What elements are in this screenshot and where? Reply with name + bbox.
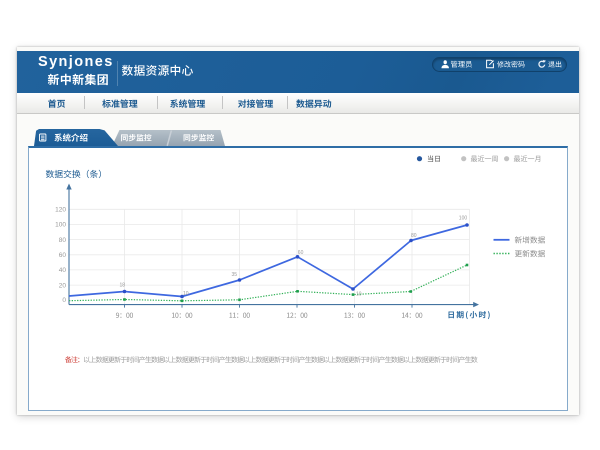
svg-text:35: 35 [232,272,238,278]
svg-text:40: 40 [59,267,67,274]
svg-text:60: 60 [298,250,304,256]
svg-text:100: 100 [55,222,66,229]
svg-text:120: 120 [55,207,66,214]
svg-text:10: 10 [356,292,362,298]
svg-text:60: 60 [59,252,67,259]
svg-text:100: 100 [459,216,468,222]
svg-text:80: 80 [411,233,417,239]
svg-text:10: 10 [183,291,189,297]
svg-text:80: 80 [59,237,67,244]
svg-text:0: 0 [62,297,66,304]
svg-text:18: 18 [120,283,126,289]
svg-text:20: 20 [59,282,67,289]
